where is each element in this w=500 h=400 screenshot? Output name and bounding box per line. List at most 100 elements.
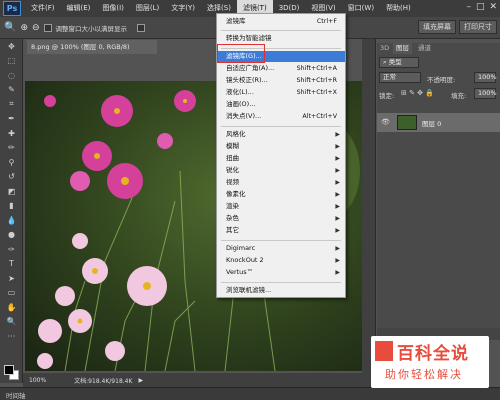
submenu-arrow-icon: ▶ — [335, 179, 340, 186]
stamp-tool-icon[interactable]: ⚲ — [0, 155, 23, 170]
menu-window[interactable]: 窗口(W) — [342, 0, 380, 17]
path-select-tool-icon[interactable]: ➤ — [0, 271, 23, 286]
fill-input[interactable]: 100% — [474, 88, 497, 99]
collapsed-panel-strip — [362, 39, 376, 387]
zoom-in-icon[interactable]: ⊕ — [20, 23, 28, 33]
menu-sharpen[interactable]: 锐化 ▶ — [217, 165, 345, 176]
healing-tool-icon[interactable]: ✚ — [0, 126, 23, 141]
menu-edit[interactable]: 编辑(E) — [61, 0, 97, 17]
lock-icons[interactable]: ⊞ ✎ ✥ 🔒 — [401, 89, 434, 97]
close-icon[interactable]: ✕ — [489, 2, 497, 12]
layer-filter-select[interactable]: ⌕ 类型 — [379, 57, 419, 68]
layer-name[interactable]: 图层 0 — [422, 118, 441, 128]
menu-browse-online-filters[interactable]: 浏览联机滤镜... — [217, 285, 345, 296]
bottom-panel-bar: 时间轴 — [0, 387, 500, 400]
status-bar: 100% 文档:918.4K/918.4K ▶ — [23, 373, 368, 387]
menu-stylize[interactable]: 风格化 ▶ — [217, 129, 345, 140]
menu-separator — [221, 282, 341, 283]
zoom-all-checkbox[interactable] — [137, 23, 146, 32]
history-brush-tool-icon[interactable]: ↺ — [0, 170, 23, 185]
tab-channels[interactable]: 通道 — [415, 43, 434, 54]
menu-pixelate[interactable]: 像素化 ▶ — [217, 189, 345, 200]
menu-convert-smart-filter[interactable]: 转换为智能滤镜 — [217, 33, 345, 44]
opacity-input[interactable]: 100% — [474, 72, 497, 83]
menu-lens-correction[interactable]: 镜头校正(R)... Shift+Ctrl+R — [217, 75, 345, 86]
submenu-arrow-icon: ▶ — [335, 167, 340, 174]
menu-digimarc[interactable]: Digimarc ▶ — [217, 243, 345, 254]
submenu-arrow-icon: ▶ — [335, 131, 340, 138]
blur-tool-icon[interactable]: 💧 — [0, 213, 23, 228]
layer-row[interactable]: 👁 图层 0 — [377, 113, 500, 132]
status-arrow-icon[interactable]: ▶ — [138, 377, 143, 384]
marquee-tool-icon[interactable]: ⬚ — [0, 54, 23, 69]
visibility-eye-icon[interactable]: 👁 — [381, 118, 390, 127]
watermark-subtitle: 助你轻松解决 — [385, 368, 463, 381]
move-tool-icon[interactable]: ✥ — [0, 39, 23, 54]
submenu-arrow-icon: ▶ — [335, 227, 340, 234]
window-controls: – □ ✕ — [466, 2, 497, 12]
lock-label: 锁定: — [379, 92, 395, 100]
watermark-title: 百科全说 — [397, 344, 469, 364]
quick-select-tool-icon[interactable]: ✎ — [0, 83, 23, 98]
menu-video[interactable]: 视频 ▶ — [217, 177, 345, 188]
tab-3d[interactable]: 3D — [377, 43, 392, 54]
print-size-button[interactable]: 打印尺寸 — [459, 20, 497, 34]
app-logo: Ps — [3, 1, 21, 16]
maximize-icon[interactable]: □ — [476, 2, 485, 12]
blend-mode-select[interactable]: 正常 — [379, 72, 421, 83]
submenu-arrow-icon: ▶ — [335, 203, 340, 210]
menu-vertus[interactable]: Vertus™ ▶ — [217, 267, 345, 278]
menu-other[interactable]: 其它 ▶ — [217, 225, 345, 236]
menu-render[interactable]: 渲染 ▶ — [217, 201, 345, 212]
menu-adaptive-wide-angle[interactable]: 自适应广角(A)... Shift+Ctrl+A — [217, 63, 345, 74]
menu-blur[interactable]: 模糊 ▶ — [217, 141, 345, 152]
menu-distort[interactable]: 扭曲 ▶ — [217, 153, 345, 164]
eraser-tool-icon[interactable]: ◩ — [0, 184, 23, 199]
shape-tool-icon[interactable]: ▭ — [0, 286, 23, 301]
resize-windows-checkbox[interactable] — [43, 23, 52, 32]
menu-knockout[interactable]: KnockOut 2 ▶ — [217, 255, 345, 266]
crop-tool-icon[interactable]: ⌗ — [0, 97, 23, 112]
highlight-annotation-box — [217, 44, 265, 63]
zoom-out-icon[interactable]: ⊖ — [32, 23, 40, 33]
menu-last-filter[interactable]: 滤镜库 Ctrl+F — [217, 16, 345, 27]
gradient-tool-icon[interactable]: ▮ — [0, 199, 23, 214]
zoom-level[interactable]: 100% — [29, 377, 46, 384]
tab-layers[interactable]: 图层 — [393, 43, 412, 54]
menu-vanishing-point[interactable]: 消失点(V)... Alt+Ctrl+V — [217, 111, 345, 122]
watermark-logo-icon — [375, 341, 393, 361]
document-tab[interactable]: 8.png @ 100% (图层 0, RGB/8) — [27, 40, 157, 54]
submenu-arrow-icon: ▶ — [335, 269, 340, 276]
pen-tool-icon[interactable]: ✑ — [0, 242, 23, 257]
menu-liquify[interactable]: 液化(L)... Shift+Ctrl+X — [217, 87, 345, 98]
menu-image[interactable]: 图像(I) — [96, 0, 130, 17]
opacity-label: 不透明度: — [427, 76, 456, 84]
minimize-icon[interactable]: – — [466, 2, 471, 12]
menu-oil-paint[interactable]: 油画(O)... — [217, 99, 345, 110]
zoom-tool-icon[interactable]: 🔍 — [0, 315, 23, 330]
submenu-arrow-icon: ▶ — [335, 257, 340, 264]
timeline-tab[interactable]: 时间轴 — [6, 390, 26, 400]
menu-separator — [221, 240, 341, 241]
menu-separator — [221, 30, 341, 31]
menu-type[interactable]: 文字(Y) — [165, 0, 201, 17]
eyedropper-tool-icon[interactable]: ✒ — [0, 112, 23, 127]
foreground-color-swatch[interactable] — [4, 365, 14, 375]
hand-tool-icon[interactable]: ✋ — [0, 300, 23, 315]
more-tools-icon[interactable]: ··· — [0, 329, 23, 344]
submenu-arrow-icon: ▶ — [335, 215, 340, 222]
resize-windows-label: 调整窗口大小以满屏显示 — [55, 24, 128, 33]
menu-file[interactable]: 文件(F) — [25, 0, 61, 17]
menu-help[interactable]: 帮助(H) — [380, 0, 417, 17]
zoom-tool-icon[interactable]: 🔍 — [4, 22, 16, 33]
menu-layer[interactable]: 图层(L) — [130, 0, 165, 17]
layers-panel: 3D 图层 通道 ⌕ 类型 正常 不透明度: 100% 锁定: ⊞ ✎ ✥ 🔒 … — [377, 43, 500, 328]
dodge-tool-icon[interactable]: ● — [0, 228, 23, 243]
fill-screen-button[interactable]: 填充屏幕 — [418, 20, 456, 34]
doc-info[interactable]: 文档:918.4K/918.4K — [74, 376, 132, 385]
brush-tool-icon[interactable]: ✏ — [0, 141, 23, 156]
type-tool-icon[interactable]: T — [0, 257, 23, 272]
lasso-tool-icon[interactable]: ◌ — [0, 68, 23, 83]
layer-filter-row: ⌕ 类型 — [379, 57, 498, 70]
menu-noise[interactable]: 杂色 ▶ — [217, 213, 345, 224]
